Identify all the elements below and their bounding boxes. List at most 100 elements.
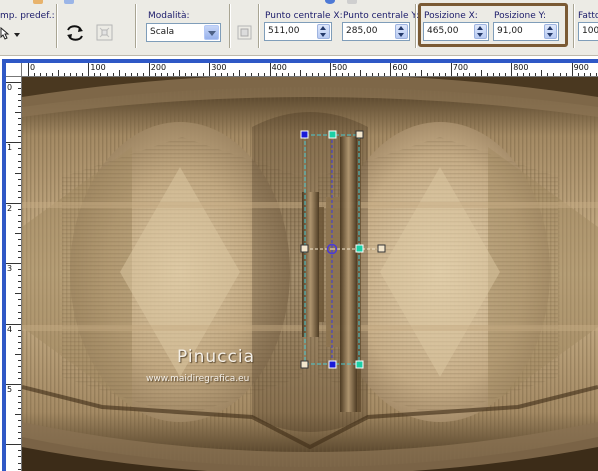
preset-arrow-icon bbox=[0, 26, 20, 40]
document-window: 0 100 200 300 400 500 600 700 800 900 0 1 2 3 4 5 bbox=[0, 56, 598, 471]
toolbar-separator bbox=[415, 4, 417, 48]
ruler-tick bbox=[456, 73, 458, 76]
ruler-tick bbox=[18, 305, 21, 307]
ruler-tick bbox=[203, 73, 205, 76]
toolbar-separator bbox=[56, 4, 58, 48]
ruler-tick bbox=[106, 73, 108, 76]
ruler-tick bbox=[154, 73, 156, 76]
ruler-tick bbox=[58, 70, 60, 76]
position-highlight-frame bbox=[418, 3, 568, 47]
ruler-tick bbox=[15, 233, 21, 234]
chevron-down-icon[interactable] bbox=[204, 25, 219, 40]
ruler-tick bbox=[354, 73, 356, 76]
ruler-tick bbox=[18, 335, 21, 337]
ruler-tick bbox=[420, 70, 422, 76]
ruler-tick bbox=[336, 73, 338, 76]
toolbar-separator bbox=[573, 4, 575, 48]
ruler-label: 3 bbox=[7, 264, 13, 274]
toolbar-top-icon bbox=[347, 0, 357, 4]
ruler-tick bbox=[52, 73, 54, 76]
ruler-tick bbox=[18, 438, 21, 440]
ruler-tick bbox=[529, 73, 531, 76]
ruler-label: 200 bbox=[150, 63, 167, 72]
handle-bottom-left[interactable] bbox=[300, 360, 309, 369]
center-y-spinner[interactable] bbox=[395, 24, 408, 39]
ruler-tick bbox=[499, 73, 501, 76]
ruler-tick bbox=[6, 444, 21, 446]
ruler-tick bbox=[70, 73, 72, 76]
ruler-tick bbox=[342, 73, 344, 76]
handle-top-right[interactable] bbox=[355, 130, 364, 139]
ruler-tick bbox=[166, 73, 168, 76]
center-y-field[interactable]: 285,00 bbox=[342, 22, 410, 41]
ruler-tick bbox=[18, 317, 21, 319]
ruler-tick bbox=[15, 293, 21, 295]
handle-middle-right[interactable] bbox=[355, 244, 364, 253]
ruler-tick bbox=[18, 341, 21, 343]
watermark-name: Pinuccia bbox=[177, 347, 255, 367]
ruler-tick bbox=[18, 245, 21, 247]
ruler-tick bbox=[18, 190, 21, 192]
ruler-tick bbox=[18, 365, 21, 367]
mode-dropdown[interactable]: Scala bbox=[146, 23, 221, 42]
ruler-tick bbox=[565, 73, 567, 76]
ruler-tick bbox=[172, 73, 174, 76]
handle-top-left[interactable] bbox=[300, 130, 309, 139]
ruler-tick bbox=[209, 63, 211, 76]
handle-middle-left[interactable] bbox=[300, 244, 309, 253]
ruler-tick bbox=[18, 124, 21, 126]
ruler-tick bbox=[142, 73, 144, 76]
ruler-label: 5 bbox=[7, 385, 13, 394]
center-x-label: Punto centrale X: bbox=[265, 11, 343, 21]
ruler-tick bbox=[18, 359, 21, 361]
ruler-tick bbox=[408, 73, 410, 76]
center-x-field[interactable]: 511,00 bbox=[264, 22, 332, 41]
ruler-tick bbox=[18, 450, 21, 452]
handle-bottom-right[interactable] bbox=[355, 360, 364, 369]
flip-tool-icon bbox=[67, 25, 83, 41]
ruler-tick bbox=[18, 269, 21, 271]
ruler-tick bbox=[583, 73, 585, 76]
ruler-tick bbox=[432, 73, 434, 76]
ruler-tick bbox=[40, 73, 42, 76]
ruler-tick bbox=[227, 73, 229, 76]
ruler-tick bbox=[18, 154, 21, 156]
ruler-tick bbox=[215, 73, 217, 76]
ruler-tick bbox=[18, 420, 21, 422]
ruler-label: 700 bbox=[452, 63, 469, 72]
mirror-tool-icon bbox=[96, 24, 113, 41]
mirror-button[interactable] bbox=[94, 22, 116, 44]
ruler-tick bbox=[18, 166, 21, 168]
ruler-tick bbox=[18, 347, 21, 349]
ruler-tick bbox=[317, 73, 319, 76]
ruler-tick bbox=[281, 73, 283, 76]
factor-value: 100 bbox=[582, 26, 598, 36]
ruler-tick bbox=[505, 73, 507, 76]
ruler-tick bbox=[305, 73, 307, 76]
flip-button[interactable] bbox=[64, 22, 86, 44]
ruler-tick bbox=[450, 63, 452, 76]
ruler-tick bbox=[251, 73, 253, 76]
toolbar-separator bbox=[229, 4, 231, 48]
ruler-tick bbox=[148, 63, 150, 76]
image-canvas[interactable]: Pinuccia www.maidiregrafica.eu bbox=[22, 77, 598, 471]
factor-field[interactable]: 100 bbox=[578, 22, 598, 41]
ruler-tick bbox=[372, 73, 374, 76]
watermark-url: www.maidiregrafica.eu bbox=[146, 374, 250, 384]
ruler-tick bbox=[18, 94, 21, 96]
ruler-tick bbox=[311, 73, 313, 76]
ruler-tick bbox=[18, 377, 21, 379]
handle-rotation[interactable] bbox=[377, 244, 386, 253]
ruler-tick bbox=[257, 73, 259, 76]
center-x-spinner[interactable] bbox=[317, 24, 330, 39]
preset-picker[interactable] bbox=[0, 24, 24, 44]
ruler-tick bbox=[18, 456, 21, 458]
handle-top-middle[interactable] bbox=[328, 130, 337, 139]
center-point-icon bbox=[237, 25, 252, 40]
handle-bottom-middle[interactable] bbox=[328, 360, 337, 369]
ruler-tick bbox=[46, 73, 48, 76]
ruler-tick bbox=[468, 73, 470, 76]
ruler-tick bbox=[100, 73, 102, 76]
center-point-button[interactable] bbox=[234, 22, 256, 44]
ruler-tick bbox=[348, 73, 350, 76]
